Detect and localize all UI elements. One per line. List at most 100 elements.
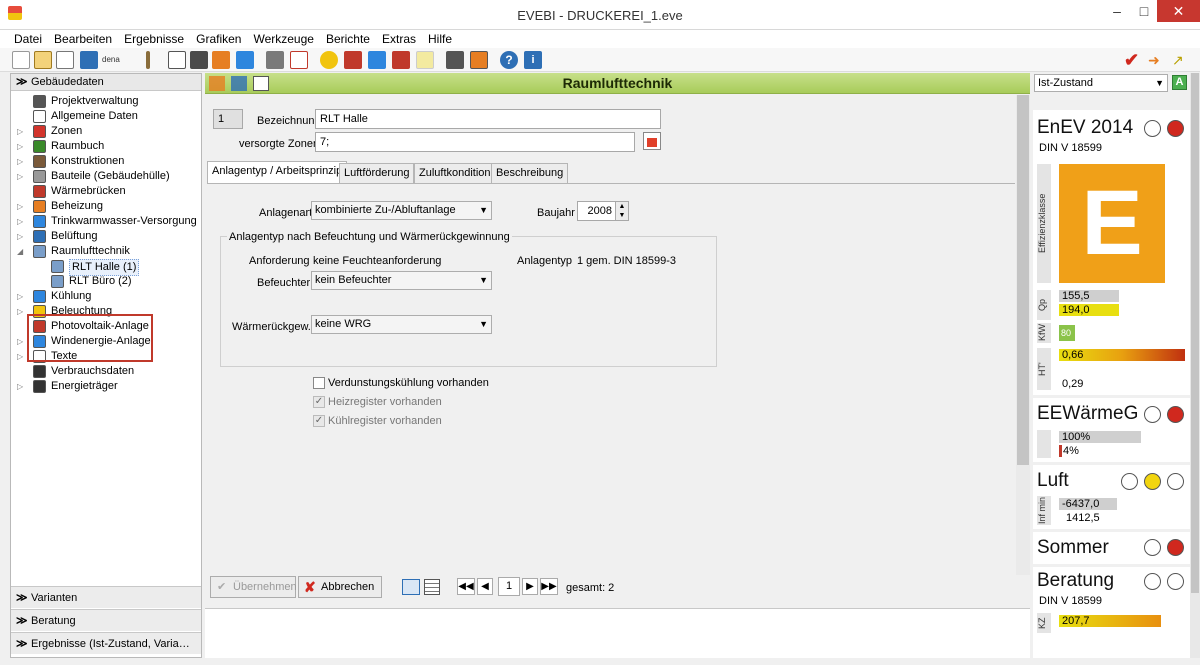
tree-item[interactable]: ▷ Konstruktionen [17, 154, 197, 169]
baujahr-spinner[interactable]: ▲ ▼ [615, 202, 628, 220]
tree-item[interactable]: Wärmebrücken [17, 184, 197, 199]
expand-chevron-icon: ≫ [16, 638, 28, 650]
last-page-button[interactable]: ▶▶ [540, 578, 558, 595]
electricity-icon[interactable] [392, 51, 410, 69]
results-scrollbar[interactable] [1190, 73, 1200, 658]
orange-arrow-icon[interactable] [212, 51, 230, 69]
tree-item[interactable]: Allgemeine Daten [17, 109, 197, 124]
expand-arrow-icon[interactable]: ▷ [17, 379, 23, 394]
dena-icon[interactable]: dena [102, 51, 124, 69]
scrollbar-thumb[interactable] [1191, 73, 1199, 593]
anlagenart-select[interactable]: kombinierte Zu-/Abluftanlage ▼ [311, 201, 492, 220]
wand-icon[interactable] [146, 51, 150, 69]
tree-item-label: Beheizung [51, 200, 103, 212]
tree-item[interactable]: ▷ Beheizung [17, 199, 197, 214]
befeuchter-select[interactable]: kein Befeuchter ▼ [311, 271, 492, 290]
editor-scrollbar[interactable] [1016, 95, 1030, 575]
expand-arrow-icon[interactable]: ▷ [17, 349, 23, 364]
expand-arrow-icon[interactable]: ▷ [17, 229, 23, 244]
bezeichnung-input[interactable]: RLT Halle [315, 109, 661, 129]
expand-arrow-icon[interactable]: ▷ [17, 304, 23, 319]
tree-item[interactable]: ▷ Trinkwarmwasser-Versorgung [17, 214, 197, 229]
tree-item[interactable]: Projektverwaltung [17, 94, 197, 109]
tree-item[interactable]: ▷ Raumbuch [17, 139, 197, 154]
first-page-button[interactable]: ◀◀ [457, 578, 475, 595]
zone-picker-house-icon[interactable] [643, 132, 661, 150]
tab-luftfoerderung[interactable]: Luftförderung [339, 163, 415, 183]
tree-item[interactable]: ▷ Bauteile (Gebäudehülle) [17, 169, 197, 184]
expand-arrow-icon[interactable]: ▷ [17, 169, 23, 184]
next-page-button[interactable]: ▶ [522, 578, 538, 595]
tree-item[interactable]: RLT Halle (1) [17, 259, 197, 276]
menu-bearbeiten[interactable]: Bearbeiten [48, 30, 118, 48]
fan-icon[interactable] [368, 51, 386, 69]
window-icon[interactable] [344, 51, 362, 69]
sun-icon[interactable] [320, 51, 338, 69]
info-icon[interactable]: i [524, 51, 542, 69]
blue-arrow-icon[interactable] [236, 51, 254, 69]
expand-arrow-icon[interactable]: ▷ [17, 289, 23, 304]
trend-chart-icon[interactable]: ↗ [1172, 51, 1190, 69]
expand-arrow-icon[interactable]: ▷ [17, 154, 23, 169]
tab-beschreibung[interactable]: Beschreibung [491, 163, 569, 183]
expand-arrow-icon[interactable]: ▷ [17, 124, 23, 139]
tree-item[interactable]: ◢ Raumlufttechnik [17, 244, 197, 259]
menu-berichte[interactable]: Berichte [320, 30, 376, 48]
scrollbar-thumb[interactable] [1017, 95, 1029, 465]
tab-anlagentyp[interactable]: Anlagentyp / Arbeitsprinzip [207, 161, 348, 183]
panel-beratung[interactable]: ≫ Beratung [11, 609, 201, 631]
paper-icon[interactable] [416, 51, 434, 69]
maximize-button[interactable]: □ [1131, 0, 1157, 22]
transfer-icon[interactable]: ➜ [1148, 51, 1166, 69]
expand-arrow-icon[interactable]: ▷ [17, 139, 23, 154]
report-icon[interactable] [168, 51, 186, 69]
a-badge-icon[interactable]: A [1172, 75, 1187, 90]
open-folder-icon[interactable] [34, 51, 52, 69]
page-number-input[interactable]: 1 [498, 577, 520, 596]
menu-datei[interactable]: Datei [8, 30, 48, 48]
tree-item-label: RLT Büro (2) [69, 275, 132, 287]
calculator-icon[interactable] [446, 51, 464, 69]
check-icon[interactable]: ✔ [1124, 51, 1142, 69]
befeuchter-value: kein Befeuchter [315, 274, 392, 286]
table-view-icon[interactable] [424, 579, 440, 595]
export-icon[interactable] [80, 51, 98, 69]
apply-button[interactable]: ✔ Übernehmen [210, 576, 297, 598]
new-file-icon[interactable] [12, 51, 30, 69]
cancel-button[interactable]: ✘ Abbrechen [298, 576, 382, 598]
tree-item[interactable]: ▷ Zonen [17, 124, 197, 139]
chart-report-icon[interactable] [470, 51, 488, 69]
bezeichnung-label: Bezeichnung [257, 115, 321, 127]
tree-item[interactable]: ▷ Energieträger [17, 379, 197, 394]
menu-grafiken[interactable]: Grafiken [190, 30, 247, 48]
expand-arrow-icon[interactable]: ▷ [17, 334, 23, 349]
state-select[interactable]: Ist-Zustand ▼ [1034, 74, 1168, 92]
menu-extras[interactable]: Extras [376, 30, 422, 48]
close-button[interactable]: ✕ [1157, 0, 1200, 22]
expand-arrow-icon[interactable]: ▷ [17, 214, 23, 229]
menu-ergebnisse[interactable]: Ergebnisse [118, 30, 190, 48]
tree-item[interactable]: Verbrauchsdaten [17, 364, 197, 379]
prev-page-button[interactable]: ◀ [477, 578, 493, 595]
panel-varianten[interactable]: ≫ Varianten [11, 586, 201, 608]
expand-arrow-icon[interactable]: ▷ [17, 199, 23, 214]
tab-zuluftkondition[interactable]: Zuluftkondition [414, 163, 496, 183]
structure-icon[interactable] [190, 51, 208, 69]
form-view-icon[interactable] [402, 579, 420, 595]
tree-item[interactable]: ▷ Kühlung [17, 289, 197, 304]
list-icon[interactable] [290, 51, 308, 69]
minimize-button[interactable]: – [1104, 0, 1130, 22]
menu-werkzeuge[interactable]: Werkzeuge [247, 30, 319, 48]
verdunstung-checkbox[interactable] [313, 377, 325, 389]
menu-hilfe[interactable]: Hilfe [422, 30, 458, 48]
help-icon[interactable]: ? [500, 51, 518, 69]
tree-structure-icon[interactable] [266, 51, 284, 69]
tree-item[interactable]: RLT Büro (2) [17, 274, 197, 289]
panel-ergebnisse[interactable]: ≫ Ergebnisse (Ist-Zustand, Varia… [11, 632, 201, 654]
collapse-arrow-icon[interactable]: ◢ [17, 244, 23, 259]
zonen-input[interactable]: 7; [315, 132, 635, 152]
wrg-select[interactable]: keine WRG ▼ [311, 315, 492, 334]
tree-item[interactable]: ▷ Belüftung [17, 229, 197, 244]
panel-header[interactable]: ≫ Gebäudedaten [11, 74, 201, 91]
copy-icon[interactable] [56, 51, 74, 69]
